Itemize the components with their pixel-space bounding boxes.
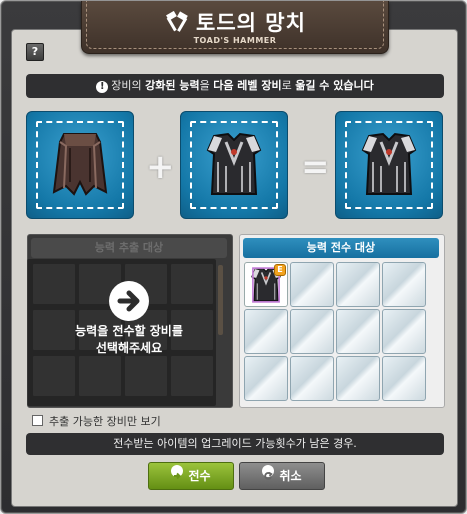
equipped-badge: E (274, 264, 286, 276)
filter-checkbox[interactable] (32, 415, 43, 426)
armor-item-icon (361, 132, 417, 195)
notice-bar: ! 장비의 강화된 능력을 다음 레벨 장비로 옮길 수 있습니다 (26, 74, 444, 98)
transfer-item-cell[interactable] (382, 356, 426, 401)
extraction-panel-header: 능력 추출 대상 (31, 238, 227, 258)
exclamation-icon: ! (96, 81, 109, 93)
equals-sign: = (301, 147, 330, 187)
extraction-prompt: 능력을 전수할 장비를 선택해주세요 (75, 324, 183, 355)
transfer-item-cell[interactable] (290, 356, 334, 401)
cancel-button[interactable]: 취소 (239, 462, 325, 490)
transfer-item-cell[interactable] (290, 309, 334, 354)
target-item-slot[interactable] (180, 111, 288, 219)
window-subtitle: TOAD'S HAMMER (193, 36, 277, 45)
cape-item-icon (52, 133, 108, 196)
transfer-item-cell[interactable] (290, 262, 334, 307)
filter-label: 추출 가능한 장비만 보기 (49, 415, 161, 428)
transfer-item-cell[interactable] (244, 356, 288, 401)
window-title: 토드의 망치 (82, 7, 388, 37)
transfer-item-cell[interactable]: E (244, 262, 288, 307)
filter-checkbox-row[interactable]: 추출 가능한 장비만 보기 (32, 413, 161, 429)
arrow-right-icon (109, 281, 149, 321)
plus-sign: + (146, 147, 175, 187)
source-item-slot[interactable] (26, 111, 134, 219)
transfer-panel-header: 능력 전수 대상 (243, 238, 439, 258)
transfer-item-cell[interactable] (382, 262, 426, 307)
transfer-item-cell[interactable] (336, 262, 380, 307)
armor-item-icon (206, 132, 262, 195)
undo-icon (262, 465, 275, 480)
arrow-circle-icon (171, 465, 184, 480)
toads-hammer-window: 토드의 망치 TOAD'S HAMMER ? ! 장비의 강화된 능력을 다음 레… (0, 0, 467, 514)
transfer-button[interactable]: 전수 (148, 462, 234, 490)
transfer-item-cell[interactable] (244, 309, 288, 354)
transfer-item-cell[interactable] (336, 356, 380, 401)
transfer-item-cell[interactable] (336, 309, 380, 354)
help-button[interactable]: ? (26, 43, 44, 61)
result-item-slot (335, 111, 443, 219)
title-banner: 토드의 망치 TOAD'S HAMMER (81, 1, 389, 54)
hammer-icon (164, 10, 190, 33)
info-bar: 전수받는 아이템의 업그레이드 가능횟수가 남은 경우. (26, 433, 444, 455)
transfer-item-cell[interactable] (382, 309, 426, 354)
transfer-panel: 능력 전수 대상 E (239, 234, 445, 408)
